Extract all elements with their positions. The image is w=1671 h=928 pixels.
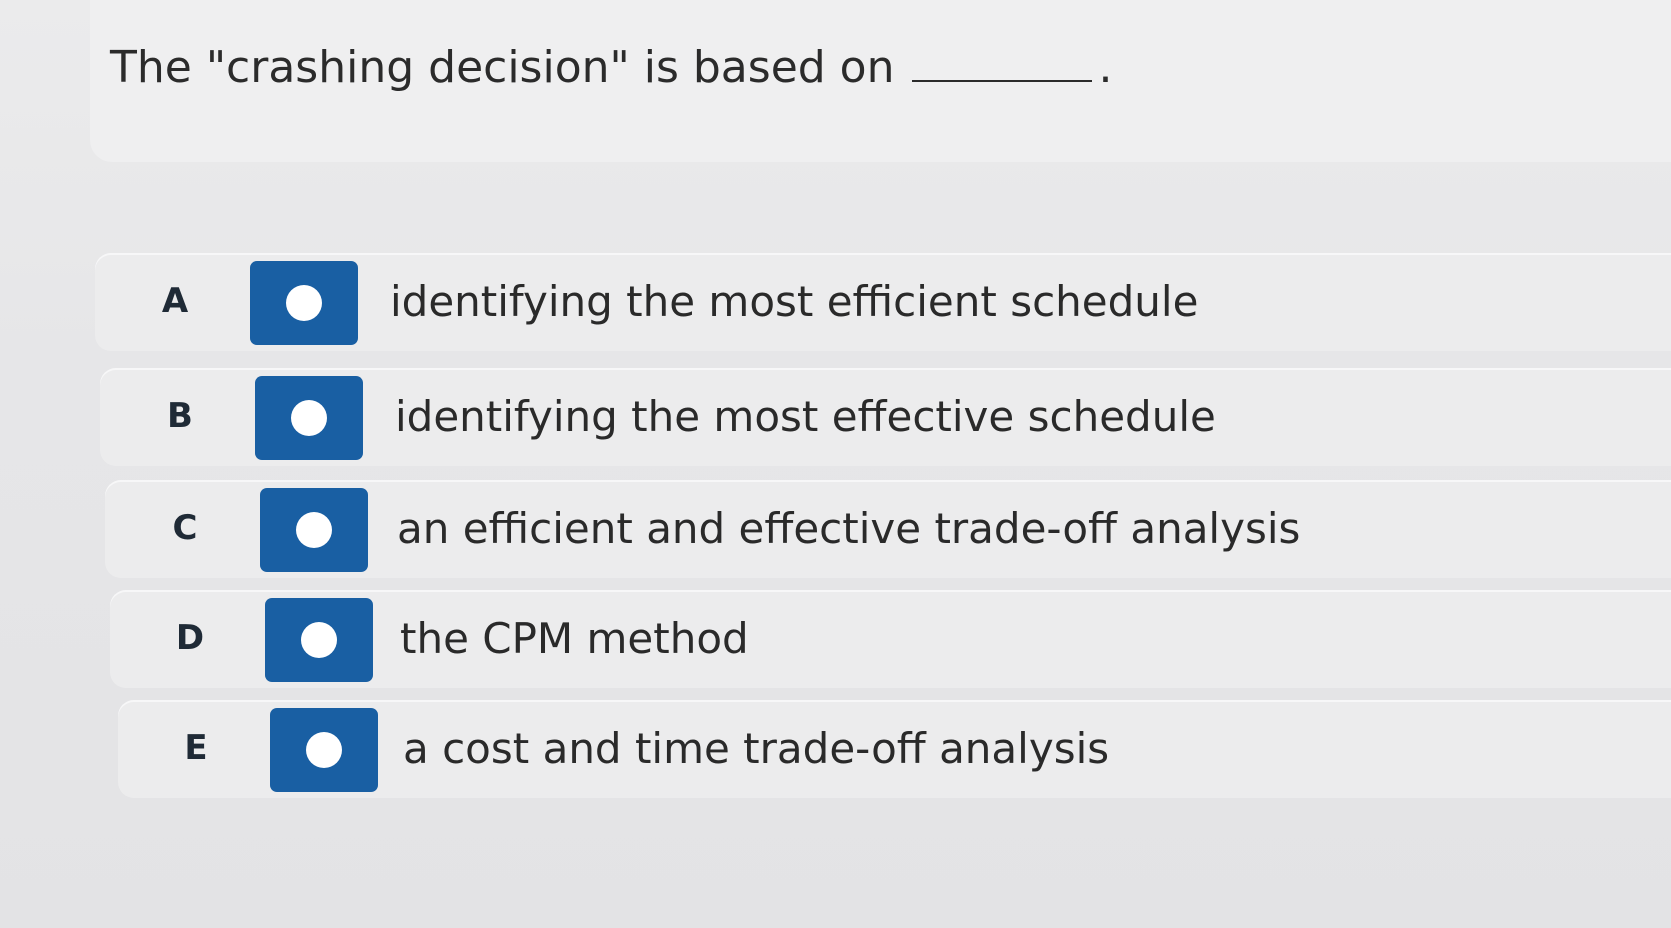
radio-dot-icon xyxy=(301,622,337,658)
question-text: The "crashing decision" is based on xyxy=(110,42,895,93)
radio-dot-icon xyxy=(286,285,322,321)
option-letter: C xyxy=(172,508,198,548)
answer-blank xyxy=(912,40,1093,82)
radio-button-d[interactable] xyxy=(265,598,373,682)
option-a[interactable]: A identifying the most efficient schedul… xyxy=(95,253,1671,351)
option-b[interactable]: B identifying the most effective schedul… xyxy=(100,368,1671,466)
radio-dot-icon xyxy=(306,732,342,768)
radio-button-c[interactable] xyxy=(260,488,368,572)
option-text: a cost and time trade-off analysis xyxy=(403,724,1110,773)
radio-button-e[interactable] xyxy=(270,708,378,792)
option-text: identifying the most effective schedule xyxy=(395,392,1216,441)
radio-button-b[interactable] xyxy=(255,376,363,460)
option-d[interactable]: D the CPM method xyxy=(110,590,1671,688)
question-stem: The "crashing decision" is based on . xyxy=(110,40,1112,93)
answer-options: A identifying the most efficient schedul… xyxy=(0,175,1671,895)
radio-button-a[interactable] xyxy=(250,261,358,345)
option-text: an efficient and effective trade-off ana… xyxy=(397,504,1301,553)
quiz-page: The "crashing decision" is based on . A … xyxy=(0,0,1671,928)
option-letter: E xyxy=(184,728,208,768)
option-text: identifying the most efficient schedule xyxy=(390,277,1199,326)
option-letter: D xyxy=(175,618,205,658)
option-text: the CPM method xyxy=(400,614,749,663)
radio-dot-icon xyxy=(291,400,327,436)
option-letter: A xyxy=(161,281,189,321)
option-e[interactable]: E a cost and time trade-off analysis xyxy=(118,700,1671,798)
radio-dot-icon xyxy=(296,512,332,548)
option-c[interactable]: C an efficient and effective trade-off a… xyxy=(105,480,1671,578)
option-letter: B xyxy=(167,396,193,436)
question-terminal: . xyxy=(1098,42,1113,93)
